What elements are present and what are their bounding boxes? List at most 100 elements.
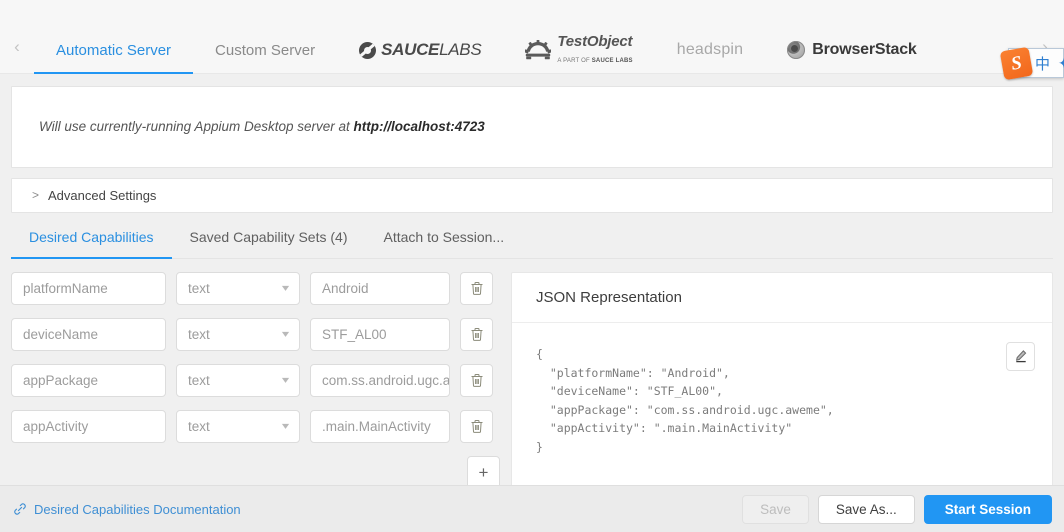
capability-value-text: com.ss.android.ugc.awe — [322, 372, 450, 388]
capability-name-value: deviceName — [23, 326, 99, 342]
capability-row: appActivity text ▾ .main.MainActivity — [11, 409, 500, 443]
capability-type-value: text — [188, 418, 210, 434]
headspin-logo: headspin — [676, 41, 744, 58]
new-session-window: ‹ Automatic Server Custom Server SAUCELA… — [0, 0, 1064, 532]
footer-bar: Desired Capabilities Documentation Save … — [0, 485, 1064, 532]
sauce-labs-mark-icon — [359, 41, 377, 59]
provider-tab-list: Automatic Server Custom Server SAUCELABS — [34, 0, 1064, 74]
capability-value-input[interactable]: com.ss.android.ugc.awe — [310, 363, 450, 397]
capability-type-select[interactable]: text ▾ — [176, 363, 300, 397]
test-object-logo-brand: SAUCE LABS — [591, 58, 633, 64]
capability-type-select[interactable]: text ▾ — [176, 409, 300, 443]
trash-icon — [471, 281, 482, 295]
delete-capability-button[interactable] — [460, 363, 493, 397]
capability-value-text: STF_AL00 — [322, 326, 387, 342]
gear-icon — [525, 40, 552, 60]
tab-label: Custom Server — [215, 41, 316, 59]
capability-name-value: appActivity — [23, 418, 89, 434]
browserstack-mark-icon — [787, 41, 806, 59]
trash-icon — [471, 419, 482, 433]
tab-headspin[interactable]: headspin — [655, 28, 766, 74]
capability-name-value: platformName — [23, 280, 108, 296]
capability-editor: platformName text ▾ Android deviceName t… — [11, 259, 1053, 485]
chevron-down-icon: ▾ — [281, 374, 290, 386]
chevron-left-icon[interactable]: ‹ — [0, 29, 34, 73]
ime-extra-button[interactable]: ✦ — [1058, 55, 1064, 72]
capability-row: appPackage text ▾ com.ss.android.ugc.awe — [11, 363, 500, 397]
server-url: http://localhost:4723 — [353, 119, 485, 135]
sauce-logo-main: SAUCE — [381, 40, 440, 59]
browserstack-logo-name: BrowserStack — [812, 41, 917, 58]
session-body: Will use currently-running Appium Deskto… — [0, 74, 1064, 485]
server-info-text: Will use currently-running Appium Deskto… — [39, 119, 485, 134]
sogou-logo-icon[interactable]: S — [999, 46, 1034, 81]
advanced-settings-toggle[interactable]: > Advanced Settings — [11, 177, 1053, 213]
footer-actions: Save Save As... Start Session — [742, 494, 1052, 524]
capability-name-value: appPackage — [23, 372, 99, 388]
trash-icon — [471, 327, 482, 341]
test-object-logo: TestObject A PART OF SAUCE LABS — [525, 33, 633, 66]
save-as-button-label: Save As... — [835, 501, 897, 517]
chevron-right-icon: > — [32, 188, 40, 203]
advanced-settings-label: Advanced Settings — [48, 187, 157, 203]
sogou-ime-toolbar[interactable]: S 中 ✦ — [999, 46, 1064, 81]
tab-desired-capabilities[interactable]: Desired Capabilities — [11, 218, 172, 259]
chevron-down-icon: ▾ — [281, 328, 290, 340]
capability-tab-list: Desired Capabilities Saved Capability Se… — [11, 217, 1053, 259]
add-capability-button[interactable]: + — [467, 455, 500, 485]
capability-rows: platformName text ▾ Android deviceName t… — [11, 271, 500, 485]
capability-type-select[interactable]: text ▾ — [176, 271, 300, 305]
sogou-logo-letter: S — [1009, 51, 1024, 75]
ime-mode-glyph: 中 — [1035, 55, 1051, 73]
trash-icon — [471, 373, 482, 387]
delete-capability-button[interactable] — [460, 409, 493, 443]
browserstack-logo: BrowserStack — [787, 41, 917, 59]
chevron-down-icon: ▾ — [281, 420, 290, 432]
capability-name-input[interactable]: appPackage — [11, 363, 166, 397]
tab-label: Automatic Server — [56, 41, 172, 59]
start-session-button-label: Start Session — [944, 501, 1031, 517]
json-panel-header: JSON Representation — [512, 273, 1052, 323]
tab-saved-capability-sets[interactable]: Saved Capability Sets (4) — [172, 218, 366, 259]
capability-value-input[interactable]: STF_AL00 — [310, 317, 450, 351]
tab-test-object[interactable]: TestObject A PART OF SAUCE LABS — [503, 28, 654, 74]
tab-attach-to-session[interactable]: Attach to Session... — [365, 218, 522, 259]
capability-row: deviceName text ▾ STF_AL00 — [11, 317, 500, 351]
tab-custom-server[interactable]: Custom Server — [193, 28, 337, 74]
server-info-banner: Will use currently-running Appium Deskto… — [11, 86, 1053, 168]
test-object-logo-sub: A PART OF — [557, 58, 592, 64]
capability-row: platformName text ▾ Android — [11, 271, 500, 305]
capability-type-value: text — [188, 280, 210, 296]
desired-capabilities-doc-link[interactable]: Desired Capabilities Documentation — [13, 502, 241, 517]
capability-name-input[interactable]: platformName — [11, 271, 166, 305]
start-session-button[interactable]: Start Session — [923, 494, 1052, 524]
tab-browserstack[interactable]: BrowserStack — [765, 28, 938, 74]
save-button-label: Save — [760, 501, 791, 517]
delete-capability-button[interactable] — [460, 271, 493, 305]
tab-automatic-server[interactable]: Automatic Server — [34, 28, 194, 74]
json-panel-body: { "platformName": "Android", "deviceName… — [512, 323, 1052, 485]
capability-name-input[interactable]: deviceName — [11, 317, 166, 351]
tab-label: Saved Capability Sets (4) — [189, 229, 348, 246]
doc-link-label: Desired Capabilities Documentation — [34, 501, 241, 517]
delete-capability-button[interactable] — [460, 317, 493, 351]
provider-tabstrip: ‹ Automatic Server Custom Server SAUCELA… — [0, 0, 1064, 74]
capability-value-input[interactable]: Android — [310, 271, 450, 305]
capability-value-input[interactable]: .main.MainActivity — [310, 409, 450, 443]
tab-sauce-labs[interactable]: SAUCELABS — [337, 28, 503, 74]
json-content: { "platformName": "Android", "deviceName… — [536, 346, 834, 454]
chevron-down-icon: ▾ — [281, 282, 290, 294]
link-icon — [14, 503, 26, 515]
edit-json-button[interactable] — [1006, 341, 1035, 371]
capability-type-select[interactable]: text ▾ — [176, 317, 300, 351]
add-capability-row: + — [11, 455, 500, 485]
ime-mode-toggle[interactable]: 中 — [1035, 53, 1050, 74]
save-as-button[interactable]: Save As... — [817, 494, 915, 524]
json-representation-panel: JSON Representation { "platformName": "A… — [511, 271, 1053, 485]
capability-type-value: text — [188, 326, 210, 342]
plus-icon: + — [478, 462, 489, 482]
test-object-logo-name: TestObject — [557, 33, 633, 51]
save-button[interactable]: Save — [742, 494, 809, 524]
capability-name-input[interactable]: appActivity — [11, 409, 166, 443]
sauce-logo-light: LABS — [439, 40, 482, 59]
